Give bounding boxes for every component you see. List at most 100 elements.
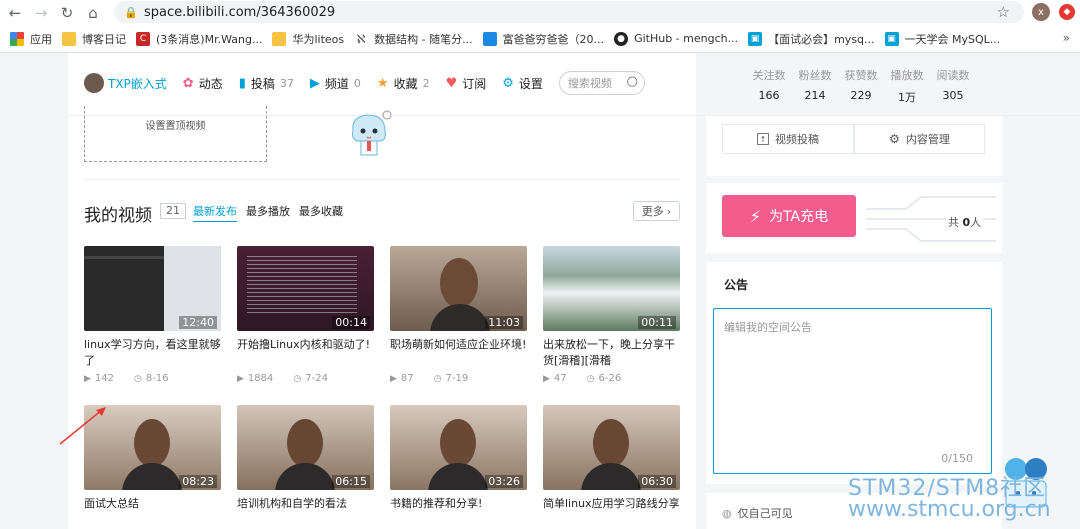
bookmark-item[interactable]: C (3条消息)Mr.Wang... bbox=[136, 31, 262, 47]
back-icon[interactable]: ← bbox=[4, 2, 26, 24]
browser-toolbar: ← → ↻ ⌂ 🔒 space.bilibili.com/364360029 ☆… bbox=[0, 0, 1080, 25]
video-title[interactable]: 面试大总结 bbox=[84, 496, 221, 528]
video-title[interactable]: 书籍的推荐和分享! bbox=[390, 496, 527, 528]
clock-icon: ◷ bbox=[293, 373, 302, 384]
settings-icon: ⚙ bbox=[502, 75, 514, 91]
video-meta: ▶ 142 ◷ 8-16 bbox=[84, 373, 169, 384]
stat-fans[interactable]: 粉丝数 214 bbox=[792, 67, 838, 105]
clock-icon: ◷ bbox=[134, 373, 142, 384]
lightning-icon: ⚡ bbox=[749, 206, 762, 226]
play-count-icon: ▶ bbox=[237, 373, 244, 384]
home-icon[interactable]: ⌂ bbox=[82, 2, 104, 24]
play-count-icon: ▶ bbox=[543, 373, 550, 384]
video-card[interactable]: 06:30 简单linux应用学习路线分享 bbox=[543, 405, 680, 528]
video-meta: ▶ 87 ◷ 7-19 bbox=[390, 373, 469, 384]
tab-dynamic[interactable]: ✿ 动态 bbox=[183, 75, 223, 92]
extension-icon[interactable]: ◆ bbox=[1059, 4, 1075, 20]
video-upload-button[interactable]: ↑ 视频投稿 bbox=[722, 124, 854, 154]
video-thumbnail[interactable]: 06:15 bbox=[237, 405, 374, 490]
cnblogs-icon: ℵ bbox=[354, 31, 369, 46]
video-card[interactable]: 06:15 培训机构和自学的看法 bbox=[237, 405, 374, 528]
bookmark-item[interactable]: ● GitHub - mengch... bbox=[614, 31, 738, 46]
url-text: space.bilibili.com/364360029 bbox=[144, 4, 336, 20]
visibility-label: ◍ 仅自己可见 bbox=[722, 506, 793, 521]
stat-following[interactable]: 关注数 166 bbox=[746, 67, 792, 105]
bookmarks-more-icon[interactable]: » bbox=[1063, 31, 1070, 45]
bookmarks-bar: 应用 博客日记 C (3条消息)Mr.Wang... 华为liteos ℵ 数据… bbox=[0, 25, 1080, 53]
videos-more-button[interactable]: 更多 › bbox=[633, 201, 680, 221]
subscribe-icon: ♥ bbox=[445, 75, 458, 91]
video-card[interactable]: 00:14 开始撸Linux内核和驱动了! ▶ 1884 ◷ 7-24 bbox=[237, 246, 374, 384]
video-meta: ▶ 1884 ◷ 7-24 bbox=[237, 373, 328, 384]
tab-settings[interactable]: ⚙ 设置 bbox=[502, 75, 543, 92]
video-meta: ▶ 47 ◷ 6-26 bbox=[543, 373, 622, 384]
set-pinned-video[interactable]: 设置置顶视频 bbox=[84, 106, 267, 162]
video-thumbnail[interactable]: 03:26 bbox=[390, 405, 527, 490]
bookmark-item[interactable]: ℵ 数据结构 - 随笔分... bbox=[354, 31, 473, 47]
charge-button[interactable]: ⚡ 为TA充电 bbox=[722, 195, 856, 237]
video-title[interactable]: 简单linux应用学习路线分享 bbox=[543, 496, 680, 528]
bilibili-icon: ▣ bbox=[884, 31, 899, 46]
eye-off-icon: ◍ bbox=[722, 506, 732, 520]
content-manage-button[interactable]: ⚙ 内容管理 bbox=[854, 124, 985, 154]
bilibili-icon: ▣ bbox=[748, 31, 763, 46]
user-stats: 关注数 166 粉丝数 214 获赞数 229 播放数 1万 阅读数 305 bbox=[746, 67, 976, 105]
forward-icon[interactable]: → bbox=[30, 2, 52, 24]
profile-avatar[interactable]: x bbox=[1032, 3, 1050, 21]
sort-most-played[interactable]: 最多播放 bbox=[246, 203, 290, 219]
bookmark-item[interactable]: 华为liteos bbox=[272, 31, 344, 47]
address-bar[interactable]: 🔒 space.bilibili.com/364360029 ☆ bbox=[114, 1, 1024, 23]
video-thumbnail[interactable]: 00:11 bbox=[543, 246, 680, 331]
chevron-right-icon: › bbox=[666, 204, 672, 218]
annotation-arrow bbox=[59, 407, 106, 445]
video-card[interactable]: 00:11 出来放松一下，晚上分享干货[滑稽][滑稽 ▶ 47 ◷ 6-26 bbox=[543, 246, 680, 384]
charge-total: 共 0人 bbox=[946, 214, 984, 230]
reload-icon[interactable]: ↻ bbox=[56, 2, 78, 24]
bookmark-item[interactable]: 富爸爸穷爸爸（20... bbox=[482, 31, 604, 47]
notice-textarea[interactable]: 编辑我的空间公告 0/150 bbox=[713, 308, 992, 474]
video-title[interactable]: 出来放松一下，晚上分享干货[滑稽][滑稽 bbox=[543, 337, 680, 369]
sort-most-favorited[interactable]: 最多收藏 bbox=[299, 203, 343, 219]
stat-plays: 播放数 1万 bbox=[890, 69, 924, 104]
tab-channel[interactable]: ▶ 频道 0 bbox=[310, 75, 361, 92]
apps-grid-icon bbox=[10, 31, 24, 46]
upload-panel: ↑ 视频投稿 ⚙ 内容管理 bbox=[706, 116, 1002, 176]
upload-icon: ▮ bbox=[238, 75, 246, 91]
folder-icon bbox=[272, 31, 287, 46]
search-icon[interactable]: ○ bbox=[627, 74, 638, 89]
video-thumbnail[interactable]: 12:40 bbox=[84, 246, 221, 331]
bookmark-item[interactable]: 博客日记 bbox=[62, 31, 126, 47]
charge-panel: ⚡ 为TA充电 共 0人 bbox=[706, 183, 1002, 253]
video-card[interactable]: 11:03 职场萌新如何适应企业环境! ▶ 87 ◷ 7-19 bbox=[390, 246, 527, 384]
stat-reads: 阅读数 305 bbox=[936, 69, 970, 102]
channel-icon: ▶ bbox=[309, 75, 320, 91]
video-card[interactable]: 03:26 书籍的推荐和分享! bbox=[390, 405, 527, 528]
folder-icon bbox=[62, 31, 76, 46]
video-thumbnail[interactable]: 11:03 bbox=[390, 246, 527, 331]
video-card[interactable]: 12:40 linux学习方向，看这里就够了 ▶ 142 ◷ 8-16 bbox=[84, 246, 221, 384]
videos-count-badge: 21 bbox=[160, 203, 186, 219]
sort-latest[interactable]: 最新发布 bbox=[193, 203, 237, 222]
watermark-line2: www.stmcu.org.cn bbox=[848, 497, 1051, 522]
play-count-icon: ▶ bbox=[390, 373, 397, 384]
avatar bbox=[84, 73, 104, 93]
bookmark-item[interactable]: ▣ 【面试必会】mysq... bbox=[748, 31, 875, 47]
tab-subscribe[interactable]: ♥ 订阅 bbox=[446, 75, 487, 92]
video-title[interactable]: 开始撸Linux内核和驱动了! bbox=[237, 337, 374, 369]
tab-favorite[interactable]: ★ 收藏 2 bbox=[377, 75, 430, 92]
video-thumbnail[interactable]: 06:30 bbox=[543, 405, 680, 490]
clock-icon: ◷ bbox=[433, 373, 442, 384]
manage-icon: ⚙ bbox=[889, 132, 900, 146]
github-icon: ● bbox=[614, 31, 629, 46]
bookmark-star-icon[interactable]: ☆ bbox=[997, 3, 1010, 21]
bookmark-item[interactable]: ▣ 一天学会 MySQL... bbox=[884, 31, 1000, 47]
tab-upload[interactable]: ▮ 投稿 37 bbox=[239, 75, 294, 92]
video-search-input[interactable]: 搜索视频 ○ bbox=[558, 71, 645, 95]
page-content: TXP嵌入式 ✿ 动态 ▮ 投稿 37 ▶ 频道 0 ★ 收藏 2 ♥ 订阅 ⚙… bbox=[0, 53, 1080, 529]
video-title[interactable]: 培训机构和自学的看法 bbox=[237, 496, 374, 528]
video-thumbnail[interactable]: 00:14 bbox=[237, 246, 374, 331]
tab-home[interactable]: TXP嵌入式 bbox=[84, 73, 167, 93]
bookmark-apps[interactable]: 应用 bbox=[10, 31, 52, 47]
video-title[interactable]: 职场萌新如何适应企业环境! bbox=[390, 337, 527, 369]
video-title[interactable]: linux学习方向，看这里就够了 bbox=[84, 337, 221, 369]
